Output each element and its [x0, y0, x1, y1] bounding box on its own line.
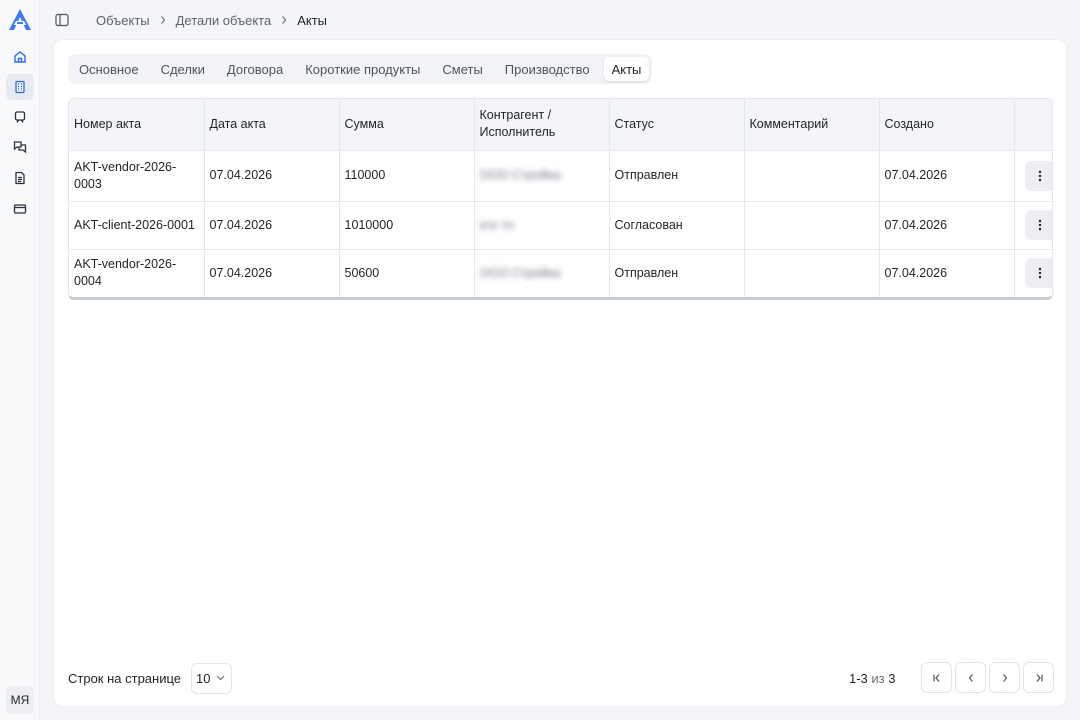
- chevron-right-icon: [271, 15, 297, 25]
- top-bar: Объекты Детали объекта Акты: [40, 0, 1080, 40]
- cell-sum: 50600: [339, 249, 475, 297]
- cell-comment: [744, 201, 880, 250]
- tab-list: Основное Сделки Договора Короткие продук…: [68, 54, 653, 84]
- column-header-comment: Комментарий: [744, 99, 880, 151]
- chevron-left-icon: [968, 673, 973, 682]
- app-logo-icon[interactable]: [6, 7, 34, 33]
- chevron-down-icon: [216, 675, 225, 681]
- pagination-range: 1-3: [849, 671, 868, 686]
- table-header-row: Номер акта Дата акта Сумма Контрагент / …: [69, 99, 1052, 151]
- more-actions-button[interactable]: [1024, 258, 1052, 289]
- table-row[interactable]: AKT-client-2026-0001 07.04.2026 1010000 …: [69, 201, 1052, 250]
- breadcrumb-item-current: Акты: [297, 12, 328, 28]
- tab-deals[interactable]: Сделки: [153, 57, 213, 81]
- tab-main[interactable]: Основное: [71, 57, 147, 81]
- column-header-status: Статус: [609, 99, 745, 151]
- cell-number: AKT-vendor-2026-0004: [69, 249, 205, 297]
- cell-created: 07.04.2026: [879, 249, 1015, 297]
- cell-number: AKT-client-2026-0001: [69, 201, 205, 250]
- cell-comment: [744, 249, 880, 297]
- cell-date: 07.04.2026: [204, 249, 340, 297]
- cell-status: Отправлен: [609, 150, 745, 202]
- more-actions-button[interactable]: [1024, 160, 1052, 191]
- cell-actions: [1014, 201, 1052, 250]
- tab-estimates[interactable]: Сметы: [434, 57, 490, 81]
- chevron-right-icon: [150, 15, 176, 25]
- pagination-of: из: [871, 671, 885, 686]
- cell-counterparty: ООО Стройка: [474, 150, 610, 202]
- column-header-number: Номер акта: [69, 99, 205, 151]
- cell-date: 07.04.2026: [204, 150, 340, 202]
- more-vertical-icon: [1038, 170, 1041, 181]
- column-header-date: Дата акта: [204, 99, 340, 151]
- previous-page-button[interactable]: [955, 662, 986, 693]
- cell-created: 07.04.2026: [879, 201, 1015, 250]
- main-card: Основное Сделки Договора Короткие продук…: [54, 40, 1066, 706]
- breadcrumb: Объекты Детали объекта Акты: [96, 12, 327, 28]
- more-vertical-icon: [1038, 219, 1041, 231]
- pagination-controls: [921, 662, 1054, 693]
- building-icon[interactable]: [6, 74, 34, 100]
- cell-sum: 110000: [339, 150, 475, 202]
- rows-per-page-label: Строк на странице: [68, 670, 182, 686]
- table-row[interactable]: AKT-vendor-2026-0003 07.04.2026 110000 О…: [69, 150, 1052, 202]
- counterparty-text: ООО Стройка: [479, 265, 561, 280]
- chat-icon[interactable]: [6, 134, 34, 160]
- counterparty-text: ООО Стройка: [479, 168, 561, 182]
- home-icon[interactable]: [6, 44, 34, 70]
- tab-short-products[interactable]: Короткие продукты: [297, 57, 428, 81]
- first-page-button[interactable]: [921, 662, 952, 693]
- document-icon[interactable]: [6, 165, 34, 191]
- acts-table: Номер акта Дата акта Сумма Контрагент / …: [68, 98, 1053, 300]
- rows-per-page: Строк на странице 10: [68, 662, 233, 694]
- last-page-button[interactable]: [1023, 662, 1054, 693]
- rows-per-page-select[interactable]: 10: [191, 662, 233, 694]
- more-actions-button[interactable]: [1024, 210, 1052, 240]
- sidebar-toggle-icon[interactable]: [54, 12, 70, 28]
- device-icon[interactable]: [6, 104, 34, 130]
- pagination-info: 1-3 из 3: [849, 671, 896, 686]
- column-header-actions: [1014, 99, 1052, 151]
- tab-acts[interactable]: Акты: [603, 57, 650, 81]
- cell-date: 07.04.2026: [204, 201, 340, 250]
- chevron-right-icon: [1002, 673, 1007, 682]
- column-header-created: Создано: [879, 99, 1015, 151]
- rows-per-page-value: 10: [196, 670, 211, 686]
- more-vertical-icon: [1038, 268, 1041, 279]
- first-page-icon: [932, 673, 939, 682]
- cell-number: AKT-vendor-2026-0003: [69, 150, 205, 202]
- breadcrumb-item-objects[interactable]: Объекты: [96, 13, 150, 28]
- cell-created: 07.04.2026: [879, 150, 1015, 202]
- next-page-button[interactable]: [989, 662, 1020, 693]
- sidebar-rail: МЯ: [0, 0, 40, 720]
- pagination-total: 3: [888, 671, 896, 686]
- cell-actions: [1014, 150, 1052, 202]
- counterparty-text: кто то: [479, 217, 514, 232]
- table-row[interactable]: AKT-vendor-2026-0004 07.04.2026 50600 ОО…: [69, 249, 1052, 297]
- cell-sum: 1010000: [339, 201, 475, 250]
- column-header-counterparty: Контрагент / Исполнитель: [474, 99, 610, 151]
- cell-counterparty: ООО Стройка: [474, 249, 610, 297]
- cell-actions: [1014, 249, 1052, 297]
- tab-production[interactable]: Производство: [497, 57, 598, 81]
- breadcrumb-item-object-details[interactable]: Детали объекта: [176, 13, 272, 28]
- cell-comment: [744, 150, 880, 202]
- tab-contracts[interactable]: Договора: [219, 57, 291, 81]
- avatar[interactable]: МЯ: [6, 686, 34, 714]
- card-icon[interactable]: [6, 196, 34, 222]
- cell-status: Отправлен: [609, 249, 745, 297]
- cell-status: Согласован: [609, 201, 745, 250]
- last-page-icon: [1036, 673, 1043, 682]
- column-header-sum: Сумма: [339, 99, 475, 151]
- cell-counterparty: кто то: [474, 201, 610, 250]
